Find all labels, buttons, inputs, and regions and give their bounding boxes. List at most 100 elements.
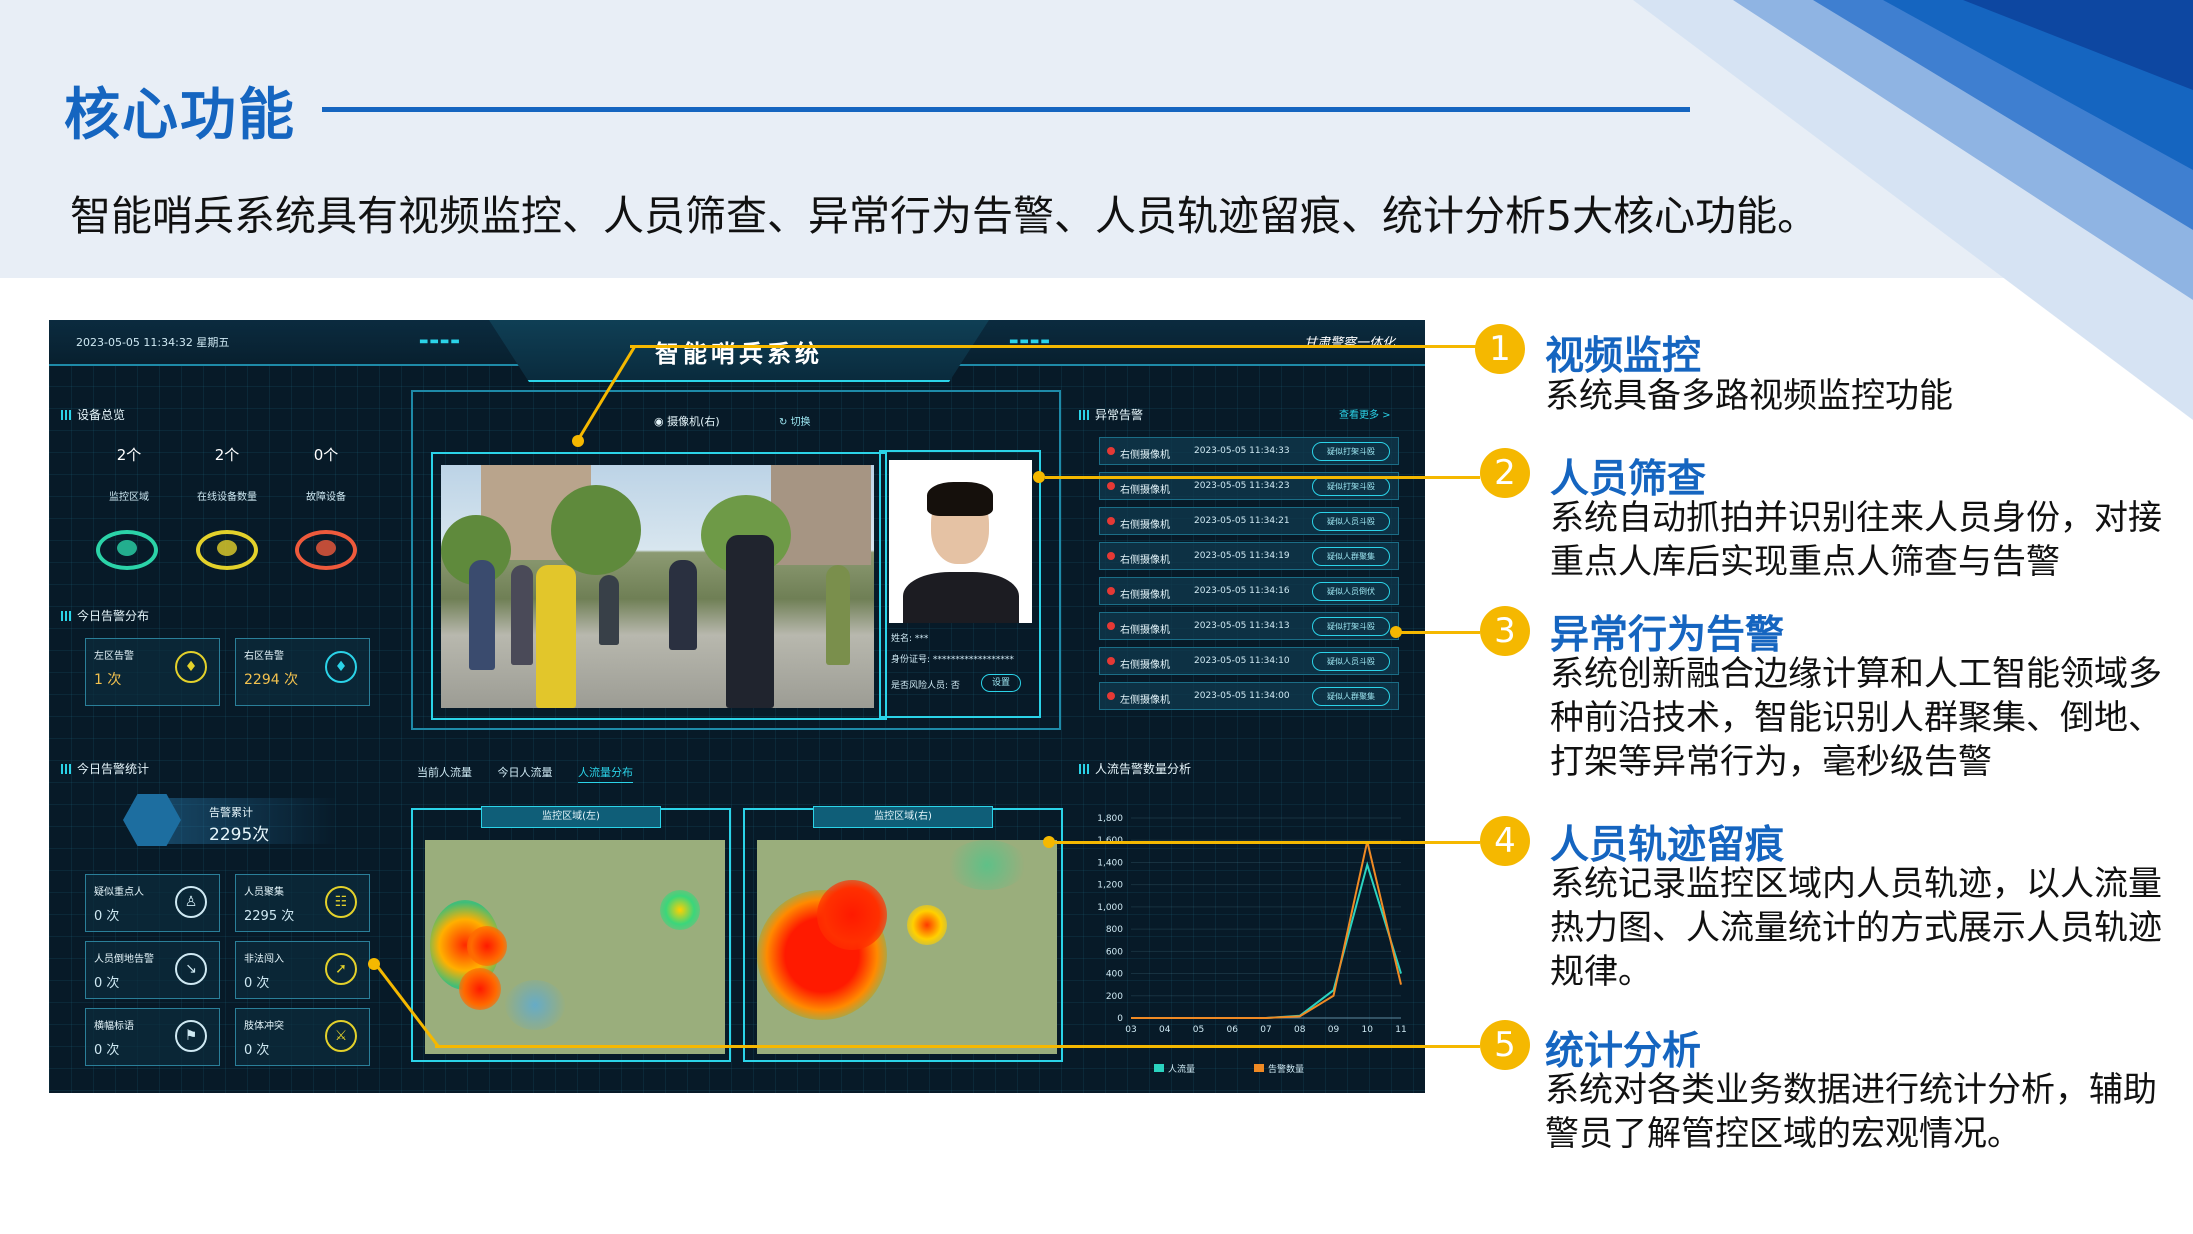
alert-tag[interactable]: 疑似打架斗殴 bbox=[1312, 477, 1390, 496]
alarm-distribution-title: 今日告警分布 bbox=[61, 607, 149, 624]
heat-blob bbox=[947, 840, 1027, 890]
alarm-stat-value: 0 次 bbox=[244, 1043, 270, 1058]
camera-switch-button[interactable]: ↻ 切换 bbox=[779, 413, 811, 428]
portrait-torso bbox=[903, 572, 1019, 623]
alarm-stat-card: 肢体冲突 0 次 ⚔ bbox=[235, 1008, 370, 1066]
today-stats-title: 今日告警统计 bbox=[61, 760, 149, 777]
alert-dot-icon bbox=[1107, 447, 1115, 455]
y-tick-label: 1,200 bbox=[1097, 881, 1123, 891]
total-alarm-label: 告警累计 bbox=[209, 806, 253, 819]
group-icon: ☷ bbox=[325, 886, 357, 918]
x-tick-label: 07 bbox=[1260, 1025, 1271, 1035]
alarm-stat-value: 2295 次 bbox=[244, 909, 295, 924]
stat-label-online-devices: 在线设备数量 bbox=[197, 492, 257, 503]
legend-label: 人流量 bbox=[1168, 1063, 1195, 1075]
alert-tag[interactable]: 疑似人群聚集 bbox=[1312, 547, 1390, 566]
flow-tabs: 当前人流量 今日人流量 人流量分布 bbox=[417, 764, 655, 783]
y-tick-label: 200 bbox=[1106, 992, 1123, 1002]
person bbox=[826, 565, 850, 665]
heat-blob bbox=[817, 880, 887, 950]
tab-flow-distribution[interactable]: 人流量分布 bbox=[578, 766, 633, 783]
alert-row[interactable]: 左侧摄像机 2023-05-05 11:34:00 疑似人群聚集 bbox=[1099, 682, 1399, 710]
alert-camera: 右侧摄像机 bbox=[1120, 520, 1170, 531]
alarm-stat-value: 0 次 bbox=[94, 1043, 120, 1058]
alert-dot-icon bbox=[1107, 517, 1115, 525]
ring-icon-yellow bbox=[196, 530, 258, 570]
alert-row[interactable]: 右侧摄像机 2023-05-05 11:34:21 疑似人员斗殴 bbox=[1099, 507, 1399, 535]
alert-dot-icon bbox=[1107, 692, 1115, 700]
y-tick-label: 1,400 bbox=[1097, 858, 1123, 868]
person bbox=[669, 560, 697, 650]
alert-tag[interactable]: 疑似人群聚集 bbox=[1312, 687, 1390, 706]
alert-tag[interactable]: 疑似人员斗殴 bbox=[1312, 652, 1390, 671]
leader-line-4 bbox=[1055, 841, 1480, 844]
alert-time: 2023-05-05 11:34:33 bbox=[1194, 446, 1290, 456]
person-id: 身份证号: ****************** bbox=[891, 655, 1014, 665]
leader-dot-1 bbox=[572, 435, 584, 447]
portrait-hair bbox=[927, 482, 993, 516]
alert-camera: 右侧摄像机 bbox=[1120, 450, 1170, 461]
camera-switch-label: 切换 bbox=[790, 417, 811, 428]
alerts-more-link[interactable]: 查看更多 > bbox=[1339, 406, 1391, 421]
alert-time: 2023-05-05 11:34:21 bbox=[1194, 516, 1290, 526]
stat-value-online-devices: 2个 bbox=[214, 446, 240, 464]
video-feed[interactable] bbox=[441, 465, 874, 708]
alert-row[interactable]: 右侧摄像机 2023-05-05 11:34:16 疑似人员倒伏 bbox=[1099, 577, 1399, 605]
left-zone-alarm-card: 左区告警 1 次 ♦ bbox=[85, 638, 220, 706]
alert-camera: 左侧摄像机 bbox=[1120, 695, 1170, 706]
alarm-stat-card: 疑似重点人 0 次 ♙ bbox=[85, 874, 220, 932]
y-tick-label: 0 bbox=[1117, 1014, 1123, 1024]
person-settings-button[interactable]: 设置 bbox=[981, 674, 1021, 692]
alert-tag[interactable]: 疑似打架斗殴 bbox=[1312, 617, 1390, 636]
legend-swatch bbox=[1154, 1064, 1164, 1072]
alert-row[interactable]: 右侧摄像机 2023-05-05 11:34:10 疑似人员斗殴 bbox=[1099, 647, 1399, 675]
alert-time: 2023-05-05 11:34:23 bbox=[1194, 481, 1290, 491]
device-overview-title: 设备总览 bbox=[61, 406, 125, 423]
right-zone-alarm-card: 右区告警 2294 次 ♦ bbox=[235, 638, 370, 706]
leader-line-5 bbox=[435, 1045, 1480, 1048]
slide-title: 核心功能 bbox=[64, 83, 296, 148]
stat-value-fault-devices: 0个 bbox=[313, 446, 339, 464]
series-line bbox=[1131, 841, 1402, 1019]
alarm-stat-card: 人员倒地告警 0 次 ↘ bbox=[85, 941, 220, 999]
alert-camera: 右侧摄像机 bbox=[1120, 660, 1170, 671]
alert-row[interactable]: 右侧摄像机 2023-05-05 11:34:19 疑似人群聚集 bbox=[1099, 542, 1399, 570]
alarm-stat-label: 肢体冲突 bbox=[244, 1021, 284, 1032]
alerts-title: 异常告警 bbox=[1079, 406, 1143, 423]
tab-current-flow[interactable]: 当前人流量 bbox=[417, 766, 472, 779]
dashboard-screenshot: 2023-05-05 11:34:32 星期五 ▬▬▬▬ ▬▬▬▬ 智能哨兵系统… bbox=[49, 320, 1425, 1093]
alert-dot-icon bbox=[1107, 552, 1115, 560]
alert-row[interactable]: 右侧摄像机 2023-05-05 11:34:13 疑似打架斗殴 bbox=[1099, 612, 1399, 640]
tab-today-flow[interactable]: 今日人流量 bbox=[498, 766, 553, 779]
leader-line-1-diag bbox=[576, 345, 637, 441]
alert-row[interactable]: 右侧摄像机 2023-05-05 11:34:33 疑似打架斗殴 bbox=[1099, 437, 1399, 465]
alarm-stat-card: 横幅标语 0 次 ⚑ bbox=[85, 1008, 220, 1066]
feature-3-desc: 系统创新融合边缘计算和人工智能领域多种前沿技术，智能识别人群聚集、倒地、打架等异… bbox=[1550, 654, 2162, 782]
alarm-stat-value: 0 次 bbox=[94, 909, 120, 924]
alert-tag[interactable]: 疑似人员斗殴 bbox=[1312, 512, 1390, 531]
leader-line-2 bbox=[1045, 476, 1480, 479]
alarm-bell-icon: ♦ bbox=[325, 651, 357, 683]
left-zone-alarm-label: 左区告警 bbox=[94, 651, 134, 662]
x-tick-label: 06 bbox=[1227, 1025, 1239, 1035]
tree bbox=[551, 485, 641, 575]
alert-camera: 右侧摄像机 bbox=[1120, 625, 1170, 636]
right-zone-alarm-value: 2294 次 bbox=[244, 672, 299, 688]
heat-blob bbox=[505, 980, 565, 1030]
leader-dot-5 bbox=[368, 958, 380, 970]
person bbox=[726, 535, 774, 708]
alert-tag[interactable]: 疑似打架斗殴 bbox=[1312, 442, 1390, 461]
feature-3-number: 3 bbox=[1480, 606, 1530, 656]
dashboard-datetime: 2023-05-05 11:34:32 星期五 bbox=[76, 336, 230, 349]
alarm-stat-label: 横幅标语 bbox=[94, 1021, 134, 1032]
alarm-stat-label: 人员聚集 bbox=[244, 887, 284, 898]
ring-icon-green bbox=[96, 530, 158, 570]
alarm-bell-icon: ♦ bbox=[175, 651, 207, 683]
left-zone-alarm-value: 1 次 bbox=[94, 672, 122, 688]
y-tick-label: 1,000 bbox=[1097, 903, 1123, 913]
person bbox=[599, 575, 619, 645]
person bbox=[536, 565, 576, 708]
leader-dot-2 bbox=[1033, 471, 1045, 483]
alert-tag[interactable]: 疑似人员倒伏 bbox=[1312, 582, 1390, 601]
leader-line-1 bbox=[630, 345, 1476, 348]
